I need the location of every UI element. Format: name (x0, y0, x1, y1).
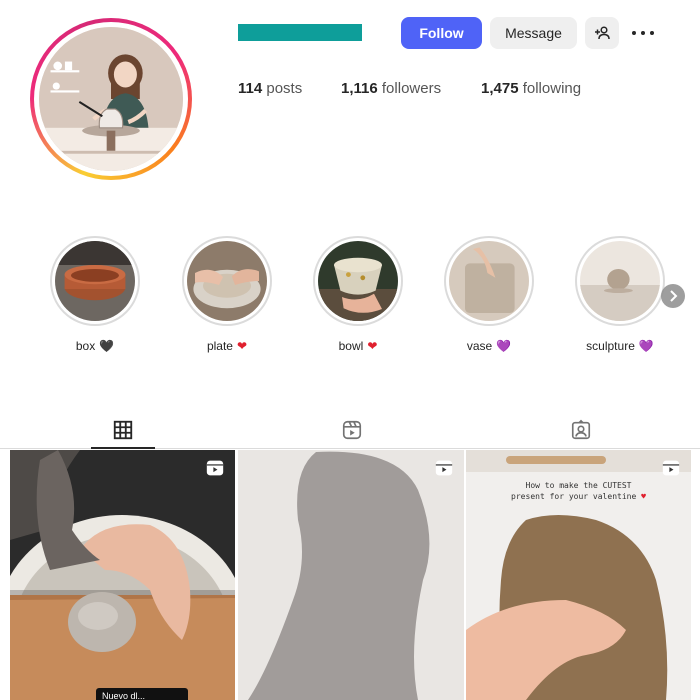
more-options-button[interactable] (629, 22, 657, 44)
profile-illustration (39, 27, 183, 171)
grid-icon (113, 420, 133, 440)
highlights-next-button[interactable] (661, 284, 685, 308)
followers-count-value: 1,116 (341, 80, 378, 97)
reel-indicator-icon (662, 460, 680, 476)
highlight-cover (449, 241, 529, 321)
tab-tagged[interactable] (549, 412, 613, 448)
highlight-label: vase (466, 339, 493, 353)
heart-icon: 🖤 (99, 339, 115, 353)
tagged-icon (571, 419, 591, 440)
reel-indicator-icon (435, 460, 453, 476)
profile-avatar-ring[interactable] (30, 18, 192, 180)
heart-icon: ❤ (236, 339, 248, 353)
post-thumbnail[interactable] (238, 450, 464, 700)
avatar[interactable] (39, 27, 183, 171)
followers-count-label: followers (381, 80, 442, 97)
highlight-cover (55, 241, 135, 321)
heart-icon: ❤ (367, 339, 378, 353)
post-image (238, 450, 464, 700)
suggest-similar-button[interactable] (585, 17, 619, 49)
tab-posts[interactable] (91, 412, 155, 449)
post-image (10, 450, 235, 700)
following-count-value: 1,475 (481, 80, 519, 97)
more-horizontal-icon (632, 31, 636, 35)
heart-icon: ♥ (641, 492, 646, 501)
followers-count[interactable]: 1,116 followers (341, 80, 441, 97)
post-thumbnail[interactable]: How to make the CUTEST present for your … (466, 450, 691, 700)
caption-tag: Nuevo dl... (96, 688, 188, 700)
highlight-label: bowl (338, 339, 364, 353)
highlight-vase[interactable]: vase 💜 (444, 236, 534, 353)
following-count[interactable]: 1,475 following (481, 80, 581, 97)
highlight-label: plate (206, 339, 233, 353)
tab-reels[interactable] (320, 412, 384, 448)
heart-icon: 💜 (496, 339, 512, 353)
heart-icon: 💜 (638, 339, 654, 353)
message-button[interactable]: Message (490, 17, 577, 49)
caption-line-2: present for your valentine (511, 492, 637, 501)
following-count-label: following (522, 80, 582, 97)
add-person-icon (595, 26, 610, 40)
caption-line-1: How to make the CUTEST (525, 481, 632, 490)
chevron-right-icon (670, 290, 678, 302)
reels-icon (342, 420, 362, 440)
posts-count-label: posts (266, 80, 303, 97)
highlight-box[interactable]: box 🖤 (50, 236, 140, 353)
highlight-label: box (75, 339, 96, 353)
highlight-cover (187, 241, 267, 321)
highlight-plate[interactable]: plate ❤ (182, 236, 272, 353)
highlight-cover (318, 241, 398, 321)
highlight-cover (580, 241, 660, 321)
highlight-sculpture[interactable]: sculpture 💜 (575, 236, 665, 353)
posts-count: 114 posts (238, 80, 302, 97)
reel-indicator-icon (206, 460, 224, 476)
post-thumbnail[interactable]: Nuevo dl... (10, 450, 235, 700)
post-caption-overlay: How to make the CUTEST present for your … (466, 480, 691, 502)
highlight-bowl[interactable]: bowl ❤ (313, 236, 403, 353)
posts-count-value: 114 (238, 80, 263, 97)
follow-button[interactable]: Follow (401, 17, 482, 49)
username-redacted-bar (238, 24, 362, 41)
highlight-label: sculpture (586, 339, 635, 353)
